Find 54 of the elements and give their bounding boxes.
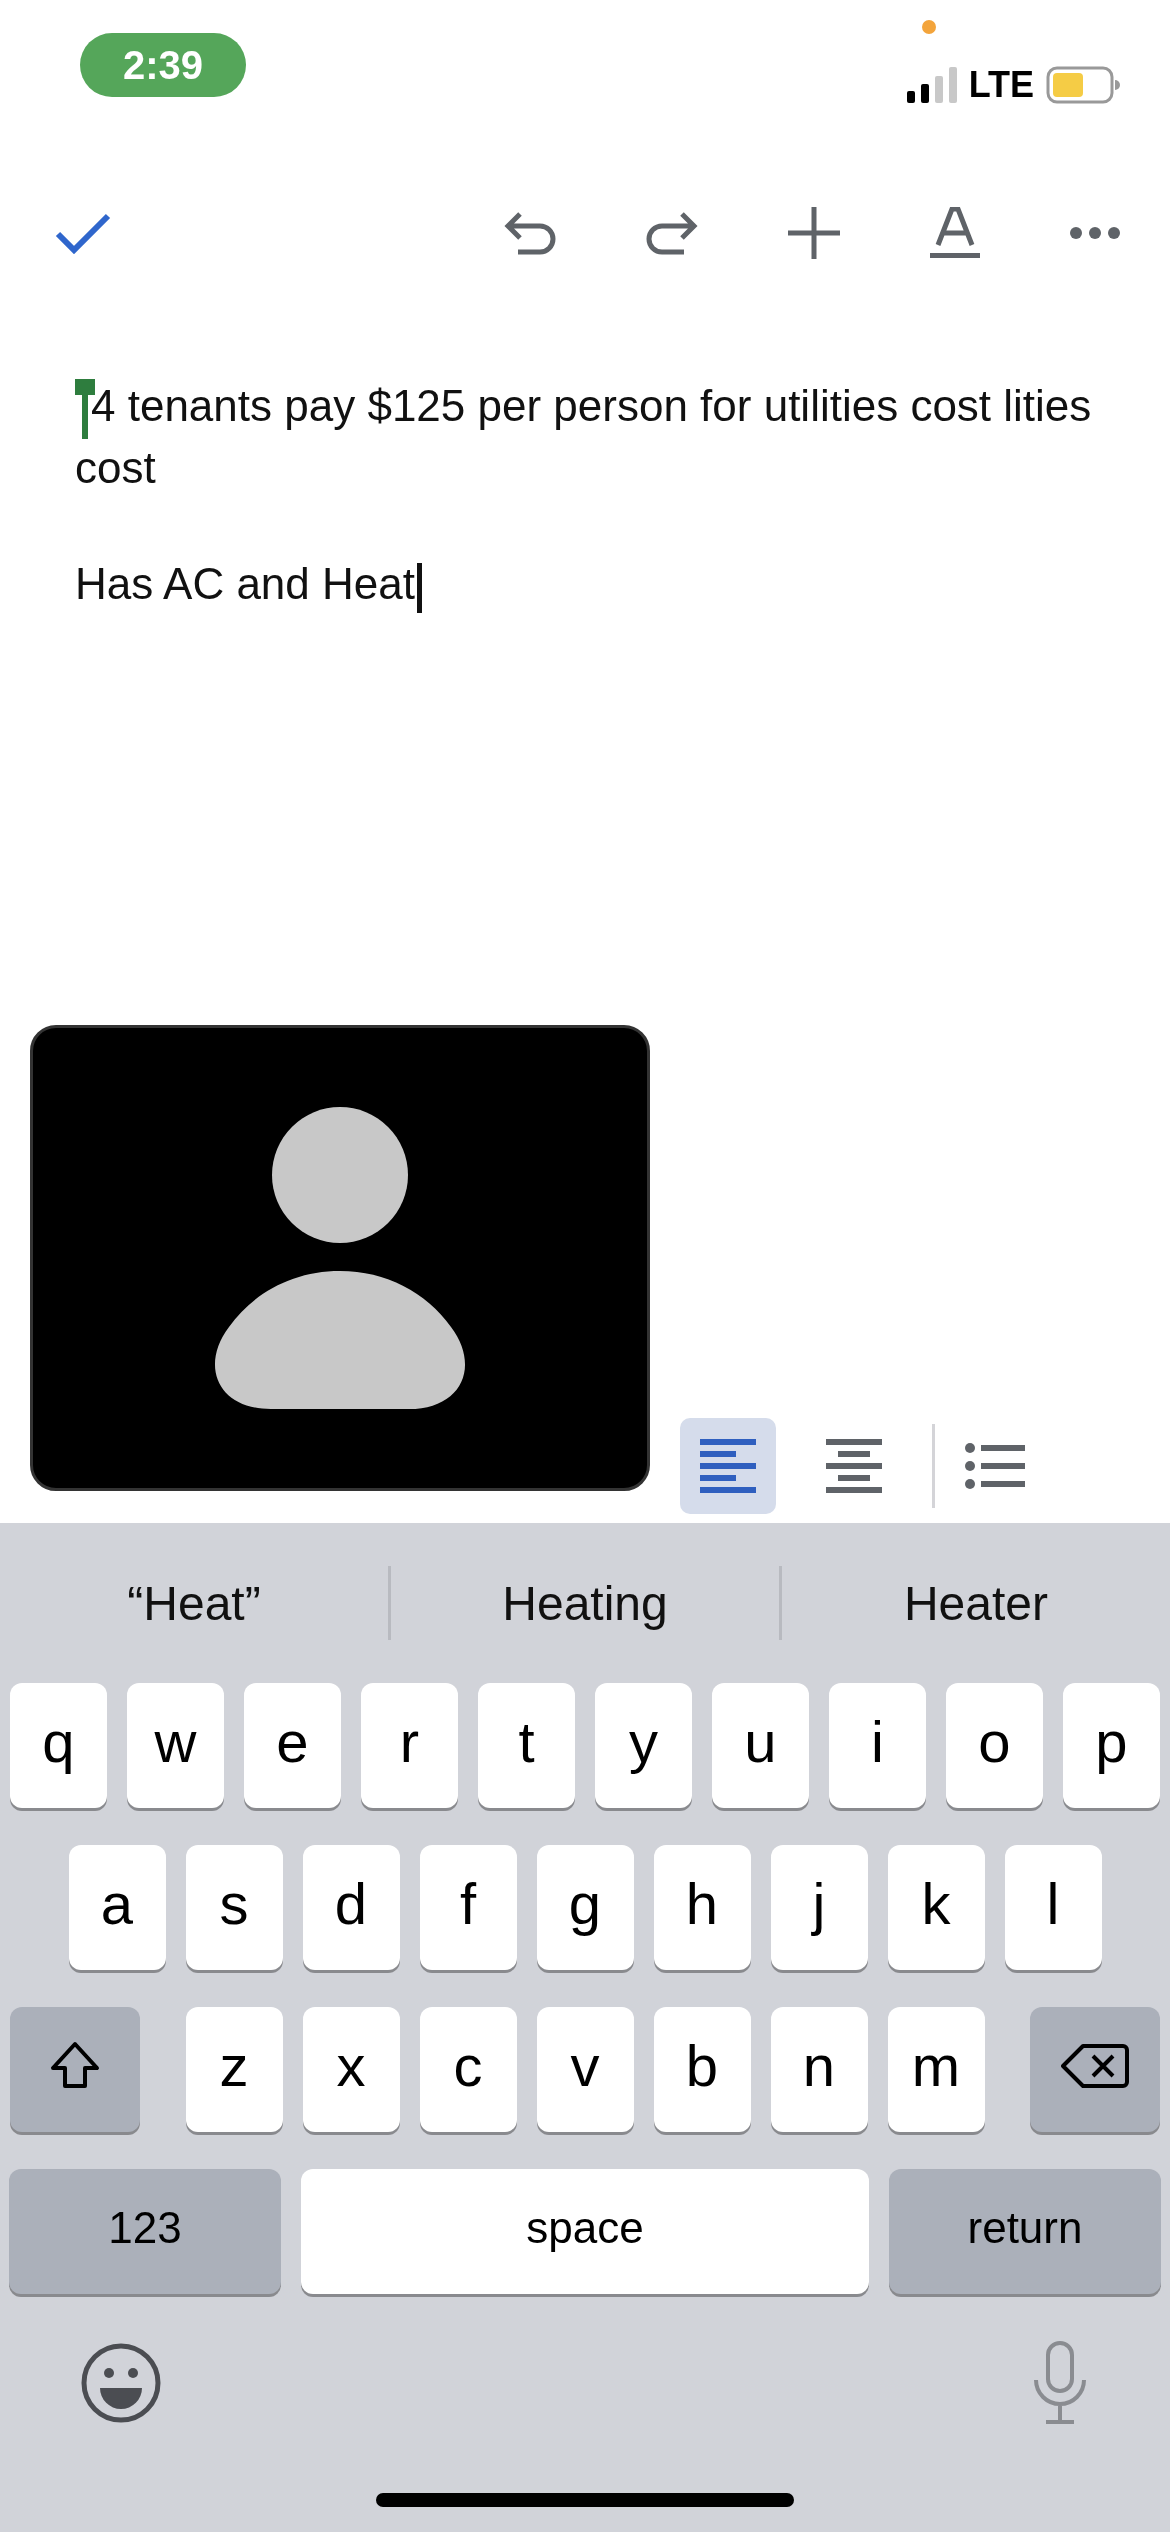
key[interactable]: i xyxy=(829,1683,926,1808)
signal-icon xyxy=(906,67,957,103)
key[interactable]: z xyxy=(185,2007,283,2132)
key[interactable]: w xyxy=(127,1683,224,1808)
key[interactable]: e xyxy=(244,1683,341,1808)
delete-key[interactable] xyxy=(1030,2007,1160,2132)
document-paragraph: 4 tenants pay $125 per person for utilities cost lities cost xyxy=(75,378,1093,495)
numbers-key[interactable]: 123 xyxy=(9,2169,281,2294)
shift-key[interactable] xyxy=(10,2007,140,2132)
undo-icon[interactable] xyxy=(504,209,556,256)
key[interactable]: g xyxy=(536,1845,634,1970)
key[interactable]: a xyxy=(68,1845,166,1970)
key[interactable]: x xyxy=(302,2007,400,2132)
left-align-button[interactable] xyxy=(680,1417,776,1514)
key[interactable]: l xyxy=(1004,1845,1102,1970)
status-time: 2:39 xyxy=(80,33,246,97)
checkmark-icon[interactable] xyxy=(55,211,111,254)
redo-icon[interactable] xyxy=(646,209,698,256)
suggestion[interactable]: Heating xyxy=(391,1575,779,1631)
key[interactable]: v xyxy=(536,2007,634,2132)
return-key[interactable]: return xyxy=(889,2169,1161,2294)
left-align-icon xyxy=(700,1438,756,1493)
bulleted-list-icon[interactable] xyxy=(965,1442,1025,1489)
emoji-icon[interactable] xyxy=(80,2342,162,2424)
key[interactable]: y xyxy=(595,1683,692,1808)
key[interactable]: h xyxy=(653,1845,751,1970)
center-align-icon xyxy=(826,1438,882,1493)
key[interactable]: m xyxy=(887,2007,985,2132)
key[interactable]: b xyxy=(653,2007,751,2132)
suggestion[interactable]: “Heat” xyxy=(0,1575,388,1631)
document-paragraph: Has AC and Heat xyxy=(75,555,1110,614)
plus-icon[interactable] xyxy=(788,206,840,259)
key[interactable]: r xyxy=(361,1683,458,1808)
key[interactable]: q xyxy=(10,1683,107,1808)
more-icon[interactable] xyxy=(1070,225,1120,240)
key[interactable]: n xyxy=(770,2007,868,2132)
key[interactable]: j xyxy=(770,1845,868,1970)
key[interactable]: c xyxy=(419,2007,517,2132)
key[interactable]: k xyxy=(887,1845,985,1970)
delete-icon xyxy=(1061,2041,1129,2090)
privacy-dot-icon xyxy=(922,20,936,34)
text-format-icon[interactable] xyxy=(930,206,980,259)
battery-icon xyxy=(1046,66,1120,104)
key[interactable]: u xyxy=(712,1683,809,1808)
network-label: LTE xyxy=(968,64,1034,106)
video-tile[interactable] xyxy=(30,1025,650,1491)
key[interactable]: p xyxy=(1063,1683,1160,1808)
key[interactable]: f xyxy=(419,1845,517,1970)
suggestion[interactable]: Heater xyxy=(782,1575,1170,1631)
key[interactable]: o xyxy=(946,1683,1043,1808)
key[interactable]: s xyxy=(185,1845,283,1970)
space-key[interactable]: space xyxy=(301,2169,869,2294)
key[interactable]: d xyxy=(302,1845,400,1970)
key[interactable]: t xyxy=(478,1683,575,1808)
